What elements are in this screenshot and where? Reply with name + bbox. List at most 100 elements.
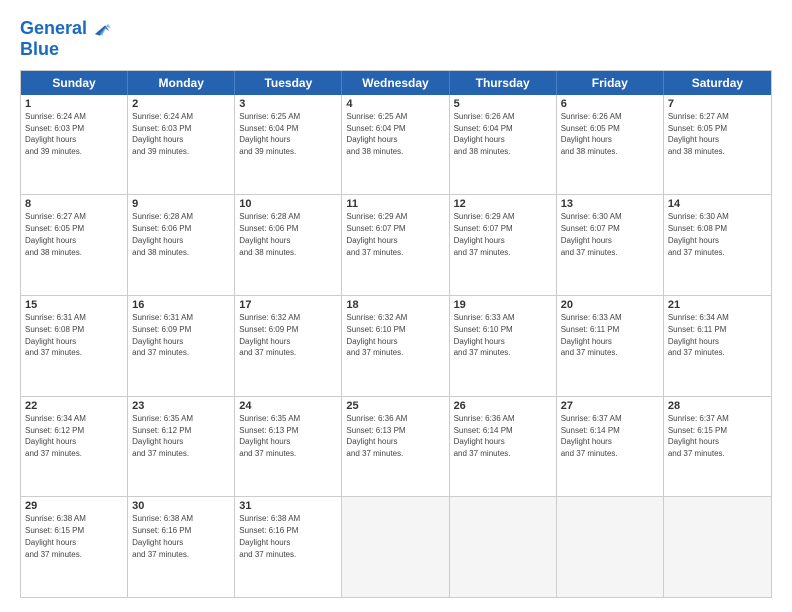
calendar-cell: 28 Sunrise: 6:37 AMSunset: 6:15 PMDayligh… [664,397,771,497]
cell-content: Sunrise: 6:27 AMSunset: 6:05 PMDaylight … [25,212,86,256]
cell-content: Sunrise: 6:38 AMSunset: 6:16 PMDaylight … [239,514,300,558]
cell-content: Sunrise: 6:30 AMSunset: 6:08 PMDaylight … [668,212,729,256]
cell-content: Sunrise: 6:34 AMSunset: 6:12 PMDaylight … [25,414,86,458]
calendar-cell: 5 Sunrise: 6:26 AMSunset: 6:04 PMDaylight… [450,95,557,195]
calendar-cell: 27 Sunrise: 6:37 AMSunset: 6:14 PMDayligh… [557,397,664,497]
cell-content: Sunrise: 6:28 AMSunset: 6:06 PMDaylight … [132,212,193,256]
calendar-row-1: 1 Sunrise: 6:24 AMSunset: 6:03 PMDaylight… [21,95,771,195]
cell-content: Sunrise: 6:25 AMSunset: 6:04 PMDaylight … [346,112,407,156]
calendar-cell: 18 Sunrise: 6:32 AMSunset: 6:10 PMDayligh… [342,296,449,396]
calendar-cell: 22 Sunrise: 6:34 AMSunset: 6:12 PMDayligh… [21,397,128,497]
header-day-friday: Friday [557,71,664,95]
day-number: 19 [454,299,552,311]
calendar-cell: 31 Sunrise: 6:38 AMSunset: 6:16 PMDayligh… [235,497,342,597]
calendar-row-4: 22 Sunrise: 6:34 AMSunset: 6:12 PMDayligh… [21,396,771,497]
logo-text: General [20,19,87,39]
day-number: 9 [132,198,230,210]
logo: General Blue [20,18,111,60]
calendar-cell: 3Sunrise: 6:25 AMSunset: 6:04 PMDaylight… [235,95,342,195]
calendar-header-row: SundayMondayTuesdayWednesdayThursdayFrid… [21,71,771,95]
cell-content: Sunrise: 6:38 AMSunset: 6:15 PMDaylight … [25,514,86,558]
header-day-monday: Monday [128,71,235,95]
header-day-saturday: Saturday [664,71,771,95]
day-number: 2 [132,98,230,110]
calendar-cell: 23 Sunrise: 6:35 AMSunset: 6:12 PMDayligh… [128,397,235,497]
day-number: 29 [25,500,123,512]
calendar-cell: 6Sunrise: 6:26 AMSunset: 6:05 PMDaylight… [557,95,664,195]
cell-content: Sunrise: 6:33 AMSunset: 6:10 PMDaylight … [454,313,515,357]
calendar-cell: 20Sunrise: 6:33 AMSunset: 6:11 PMDayligh… [557,296,664,396]
calendar-cell [557,497,664,597]
calendar-cell: 12Sunrise: 6:29 AMSunset: 6:07 PMDayligh… [450,195,557,295]
page: General Blue SundayMondayTuesdayWednesda… [0,0,792,612]
day-number: 6 [561,98,659,110]
header-day-thursday: Thursday [450,71,557,95]
cell-content: Sunrise: 6:34 AMSunset: 6:11 PMDaylight … [668,313,729,357]
cell-content: Sunrise: 6:35 AMSunset: 6:12 PMDaylight … [132,414,193,458]
day-number: 31 [239,500,337,512]
calendar-row-3: 15Sunrise: 6:31 AMSunset: 6:08 PMDayligh… [21,295,771,396]
cell-content: Sunrise: 6:26 AMSunset: 6:04 PMDaylight … [454,112,515,156]
calendar-cell: 10 Sunrise: 6:28 AMSunset: 6:06 PMDayligh… [235,195,342,295]
day-number: 7 [668,98,767,110]
day-number: 8 [25,198,123,210]
cell-content: Sunrise: 6:32 AMSunset: 6:09 PMDaylight … [239,313,300,357]
cell-content: Sunrise: 6:37 AMSunset: 6:14 PMDaylight … [561,414,622,458]
day-number: 4 [346,98,444,110]
cell-content: Sunrise: 6:28 AMSunset: 6:06 PMDaylight … [239,212,300,256]
calendar-cell: 15Sunrise: 6:31 AMSunset: 6:08 PMDayligh… [21,296,128,396]
day-number: 22 [25,400,123,412]
calendar-cell: 13 Sunrise: 6:30 AMSunset: 6:07 PMDayligh… [557,195,664,295]
day-number: 24 [239,400,337,412]
day-number: 5 [454,98,552,110]
cell-content: Sunrise: 6:30 AMSunset: 6:07 PMDaylight … [561,212,622,256]
calendar-cell: 17Sunrise: 6:32 AMSunset: 6:09 PMDayligh… [235,296,342,396]
day-number: 10 [239,198,337,210]
day-number: 26 [454,400,552,412]
calendar-cell: 4 Sunrise: 6:25 AMSunset: 6:04 PMDaylight… [342,95,449,195]
day-number: 16 [132,299,230,311]
cell-content: Sunrise: 6:31 AMSunset: 6:08 PMDaylight … [25,313,86,357]
header-day-sunday: Sunday [21,71,128,95]
day-number: 27 [561,400,659,412]
calendar-row-5: 29 Sunrise: 6:38 AMSunset: 6:15 PMDayligh… [21,496,771,597]
calendar-row-2: 8 Sunrise: 6:27 AMSunset: 6:05 PMDaylight… [21,194,771,295]
day-number: 28 [668,400,767,412]
day-number: 13 [561,198,659,210]
day-number: 18 [346,299,444,311]
calendar-cell [342,497,449,597]
calendar-cell: 24 Sunrise: 6:35 AMSunset: 6:13 PMDayligh… [235,397,342,497]
calendar-cell [450,497,557,597]
calendar-cell: 14Sunrise: 6:30 AMSunset: 6:08 PMDayligh… [664,195,771,295]
cell-content: Sunrise: 6:37 AMSunset: 6:15 PMDaylight … [668,414,729,458]
calendar: SundayMondayTuesdayWednesdayThursdayFrid… [20,70,772,598]
calendar-cell: 19 Sunrise: 6:33 AMSunset: 6:10 PMDayligh… [450,296,557,396]
day-number: 1 [25,98,123,110]
cell-content: Sunrise: 6:36 AMSunset: 6:13 PMDaylight … [346,414,407,458]
logo-icon [89,18,111,40]
calendar-cell: 8 Sunrise: 6:27 AMSunset: 6:05 PMDaylight… [21,195,128,295]
cell-content: Sunrise: 6:29 AMSunset: 6:07 PMDaylight … [454,212,515,256]
day-number: 25 [346,400,444,412]
day-number: 3 [239,98,337,110]
calendar-cell: 26 Sunrise: 6:36 AMSunset: 6:14 PMDayligh… [450,397,557,497]
calendar-cell: 16Sunrise: 6:31 AMSunset: 6:09 PMDayligh… [128,296,235,396]
cell-content: Sunrise: 6:24 AMSunset: 6:03 PMDaylight … [132,112,193,156]
cell-content: Sunrise: 6:36 AMSunset: 6:14 PMDaylight … [454,414,515,458]
cell-content: Sunrise: 6:29 AMSunset: 6:07 PMDaylight … [346,212,407,256]
calendar-body: 1 Sunrise: 6:24 AMSunset: 6:03 PMDaylight… [21,95,771,597]
calendar-cell: 30 Sunrise: 6:38 AMSunset: 6:16 PMDayligh… [128,497,235,597]
day-number: 30 [132,500,230,512]
cell-content: Sunrise: 6:32 AMSunset: 6:10 PMDaylight … [346,313,407,357]
cell-content: Sunrise: 6:33 AMSunset: 6:11 PMDaylight … [561,313,622,357]
calendar-cell: 9 Sunrise: 6:28 AMSunset: 6:06 PMDaylight… [128,195,235,295]
calendar-cell [664,497,771,597]
cell-content: Sunrise: 6:38 AMSunset: 6:16 PMDaylight … [132,514,193,558]
day-number: 23 [132,400,230,412]
calendar-cell: 29 Sunrise: 6:38 AMSunset: 6:15 PMDayligh… [21,497,128,597]
calendar-cell: 1Sunrise: 6:24 AMSunset: 6:03 PMDaylight… [21,95,128,195]
day-number: 21 [668,299,767,311]
cell-content: Sunrise: 6:35 AMSunset: 6:13 PMDaylight … [239,414,300,458]
calendar-cell: 11Sunrise: 6:29 AMSunset: 6:07 PMDayligh… [342,195,449,295]
cell-content: Sunrise: 6:27 AMSunset: 6:05 PMDaylight … [668,112,729,156]
